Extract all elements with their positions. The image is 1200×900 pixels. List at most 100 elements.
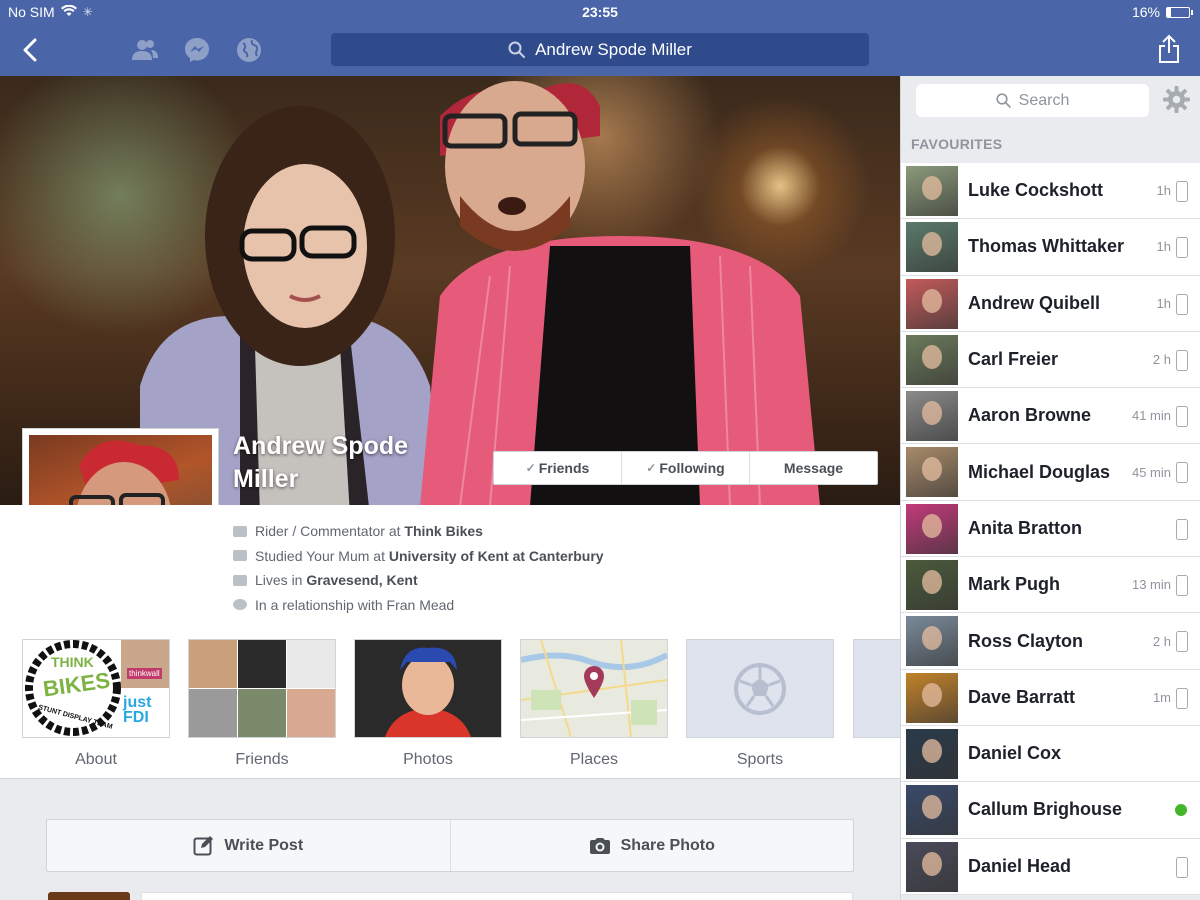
tile-places[interactable] <box>520 639 668 738</box>
contact-name: Luke Cockshott <box>968 180 1104 201</box>
mobile-phone-icon <box>1176 406 1188 428</box>
write-post-label: Write Post <box>224 836 304 854</box>
mobile-phone-icon <box>1176 687 1188 709</box>
friends-collage <box>189 640 335 737</box>
profile-name-line1: Andrew Spode <box>233 432 409 460</box>
search-bar[interactable]: Andrew Spode Miller <box>331 33 869 66</box>
contact-name: Mark Pugh <box>968 574 1061 595</box>
post-composer: Write Post Share Photo <box>46 819 854 872</box>
contact-name: Carl Freier <box>968 349 1059 370</box>
profile-info-panel: Rider / Commentator at Think Bikes Studi… <box>0 505 900 779</box>
tile-sports[interactable] <box>686 639 834 738</box>
contact-last-active: 1h <box>1156 295 1171 311</box>
contact-row[interactable]: Dave Barratt 1m <box>901 669 1200 726</box>
profile-action-bar: ✓ Friends ✓ Following Message <box>493 451 878 485</box>
contact-name: Aaron Browne <box>968 405 1092 426</box>
contact-row[interactable]: Thomas Whittaker 1h <box>901 219 1200 276</box>
chevron-left-icon <box>23 38 37 62</box>
contact-name: Daniel Head <box>968 855 1072 876</box>
share-icon <box>1159 34 1179 63</box>
tile-places-label[interactable]: Places <box>520 751 668 769</box>
intro-location-text: Lives in Gravesend, Kent <box>255 572 418 589</box>
home-icon <box>233 574 247 586</box>
avatar-figure <box>922 288 942 313</box>
contact-row[interactable]: Carl Freier 2 h <box>901 331 1200 389</box>
contact-avatar <box>906 334 958 385</box>
tile-friends-label[interactable]: Friends <box>188 751 336 769</box>
favourites-heading: FAVOURITES <box>911 136 1003 152</box>
back-button[interactable] <box>18 36 42 64</box>
contact-name: Andrew Quibell <box>968 292 1101 313</box>
contact-avatar <box>906 166 958 216</box>
contact-row[interactable]: Michael Douglas 45 min <box>901 444 1200 501</box>
contact-row[interactable]: Ross Clayton 2 h <box>901 613 1200 670</box>
avatar-figure <box>922 457 942 482</box>
contact-row[interactable]: Mark Pugh 13 min <box>901 557 1200 614</box>
share-button[interactable] <box>1156 32 1182 66</box>
contact-row[interactable]: Anita Bratton <box>901 500 1200 558</box>
soccer-ball-icon <box>734 663 786 715</box>
contact-list: Luke Cockshott 1h Thomas Whittaker 1h Andrew… <box>901 163 1200 895</box>
contact-name: Michael Douglas <box>968 461 1111 482</box>
contact-avatar <box>906 841 958 892</box>
mobile-phone-icon <box>1176 856 1188 878</box>
contact-row[interactable]: Aaron Browne 41 min <box>901 388 1200 445</box>
contact-row[interactable]: Daniel Cox <box>901 725 1200 783</box>
contact-row[interactable]: Callum Brighouse <box>901 782 1200 839</box>
following-button-label: Following <box>659 460 725 476</box>
globe-icon <box>237 38 261 62</box>
write-post-button[interactable]: Write Post <box>47 820 451 871</box>
tile-friends[interactable] <box>188 639 336 738</box>
avatar-figure <box>922 626 942 651</box>
sidebar-search-input[interactable]: Search <box>916 84 1149 117</box>
tile-sports-label[interactable]: Sports <box>686 751 834 769</box>
mobile-phone-icon <box>1176 293 1188 315</box>
nav-bar: Andrew Spode Miller <box>0 24 1200 76</box>
mobile-phone-icon <box>1176 181 1188 202</box>
friend-requests-button[interactable] <box>130 36 160 64</box>
search-icon <box>996 93 1011 108</box>
friends-button-label: Friends <box>538 460 590 476</box>
contact-avatar <box>906 391 958 442</box>
contact-row[interactable]: Luke Cockshott 1h <box>901 163 1200 220</box>
checkmark-icon: ✓ <box>646 461 657 475</box>
edit-icon <box>193 836 214 856</box>
contact-last-active: 1h <box>1156 239 1171 255</box>
battery-icon <box>1166 6 1193 18</box>
friends-icon <box>132 40 158 60</box>
notifications-button[interactable] <box>234 36 264 64</box>
camera-icon <box>589 837 610 854</box>
checkmark-icon: ✓ <box>525 461 536 475</box>
avatar-figure <box>922 851 942 876</box>
tile-photos[interactable] <box>354 639 502 738</box>
contact-row[interactable]: Andrew Quibell 1h <box>901 275 1200 332</box>
tile-about-label[interactable]: About <box>22 751 170 769</box>
avatar-figure <box>922 513 942 538</box>
contact-name: Ross Clayton <box>968 630 1084 651</box>
tile-photos-label[interactable]: Photos <box>354 751 502 769</box>
friends-button[interactable]: ✓ Friends <box>494 452 622 484</box>
intro-work-text: Rider / Commentator at Think Bikes <box>255 523 483 540</box>
gear-icon <box>1163 86 1190 113</box>
contact-avatar <box>906 503 958 554</box>
following-button[interactable]: ✓ Following <box>622 452 750 484</box>
contact-name: Callum Brighouse <box>968 799 1123 820</box>
messenger-icon <box>185 38 209 62</box>
contact-row[interactable]: Daniel Head <box>901 838 1200 895</box>
mobile-phone-icon <box>1176 518 1188 540</box>
chat-settings-button[interactable] <box>1163 86 1190 118</box>
search-query: Andrew Spode Miller <box>535 39 692 59</box>
contact-avatar <box>906 728 958 779</box>
heart-icon <box>233 599 247 611</box>
tile-more[interactable] <box>853 639 900 738</box>
share-photo-button[interactable]: Share Photo <box>451 820 854 871</box>
contact-last-active: 2 h <box>1152 352 1171 368</box>
contact-last-active: 13 min <box>1131 577 1171 593</box>
tile-about[interactable]: THINK BIKES STUNT DISPLAY TEAM thinkwall… <box>22 639 170 738</box>
message-button-label: Message <box>783 460 844 476</box>
contact-name: Daniel Cox <box>968 743 1062 764</box>
message-button[interactable]: Message <box>750 452 877 484</box>
contact-last-active: 1h <box>1156 183 1171 199</box>
messenger-button[interactable] <box>182 36 212 64</box>
briefcase-icon <box>233 525 247 537</box>
